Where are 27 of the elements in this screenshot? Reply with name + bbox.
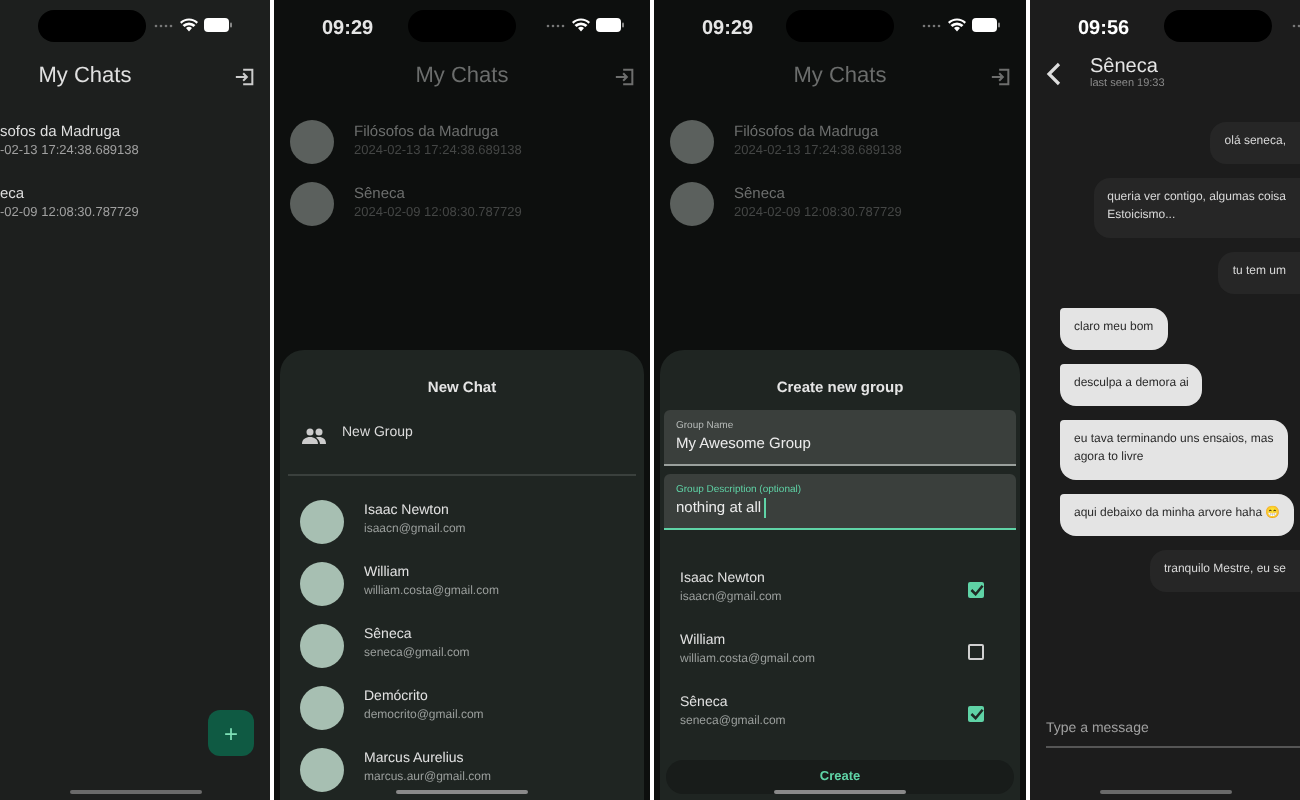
screen-title: My Chats bbox=[38, 61, 132, 92]
wifi-icon bbox=[180, 18, 198, 32]
battery-icon bbox=[596, 18, 624, 32]
screen-title: My Chats bbox=[415, 61, 509, 92]
home-indicator bbox=[69, 790, 201, 794]
checkmark-icon bbox=[969, 707, 983, 720]
logout-icon[interactable] bbox=[234, 66, 256, 88]
dynamic-island bbox=[37, 10, 145, 42]
contact-name: Sêneca bbox=[1090, 56, 1160, 78]
wifi-icon bbox=[948, 18, 966, 32]
status-time: 09:29 bbox=[702, 16, 754, 44]
checkmark-icon bbox=[969, 583, 983, 596]
back-icon[interactable] bbox=[1046, 62, 1062, 86]
home-indicator bbox=[1099, 790, 1231, 794]
group-icon bbox=[302, 427, 326, 444]
checkbox[interactable] bbox=[968, 581, 984, 598]
add-chat-button[interactable]: + bbox=[208, 710, 254, 756]
status-time: 09:29 bbox=[322, 16, 374, 44]
home-indicator bbox=[774, 790, 906, 794]
home-indicator bbox=[396, 790, 528, 794]
checkbox[interactable] bbox=[968, 705, 984, 722]
status-time: 09:56 bbox=[1078, 16, 1130, 44]
battery-icon bbox=[204, 18, 232, 32]
dynamic-island bbox=[1164, 10, 1272, 42]
screen-title: My Chats bbox=[793, 61, 887, 92]
battery-icon bbox=[972, 18, 1000, 32]
wifi-icon bbox=[572, 18, 590, 32]
